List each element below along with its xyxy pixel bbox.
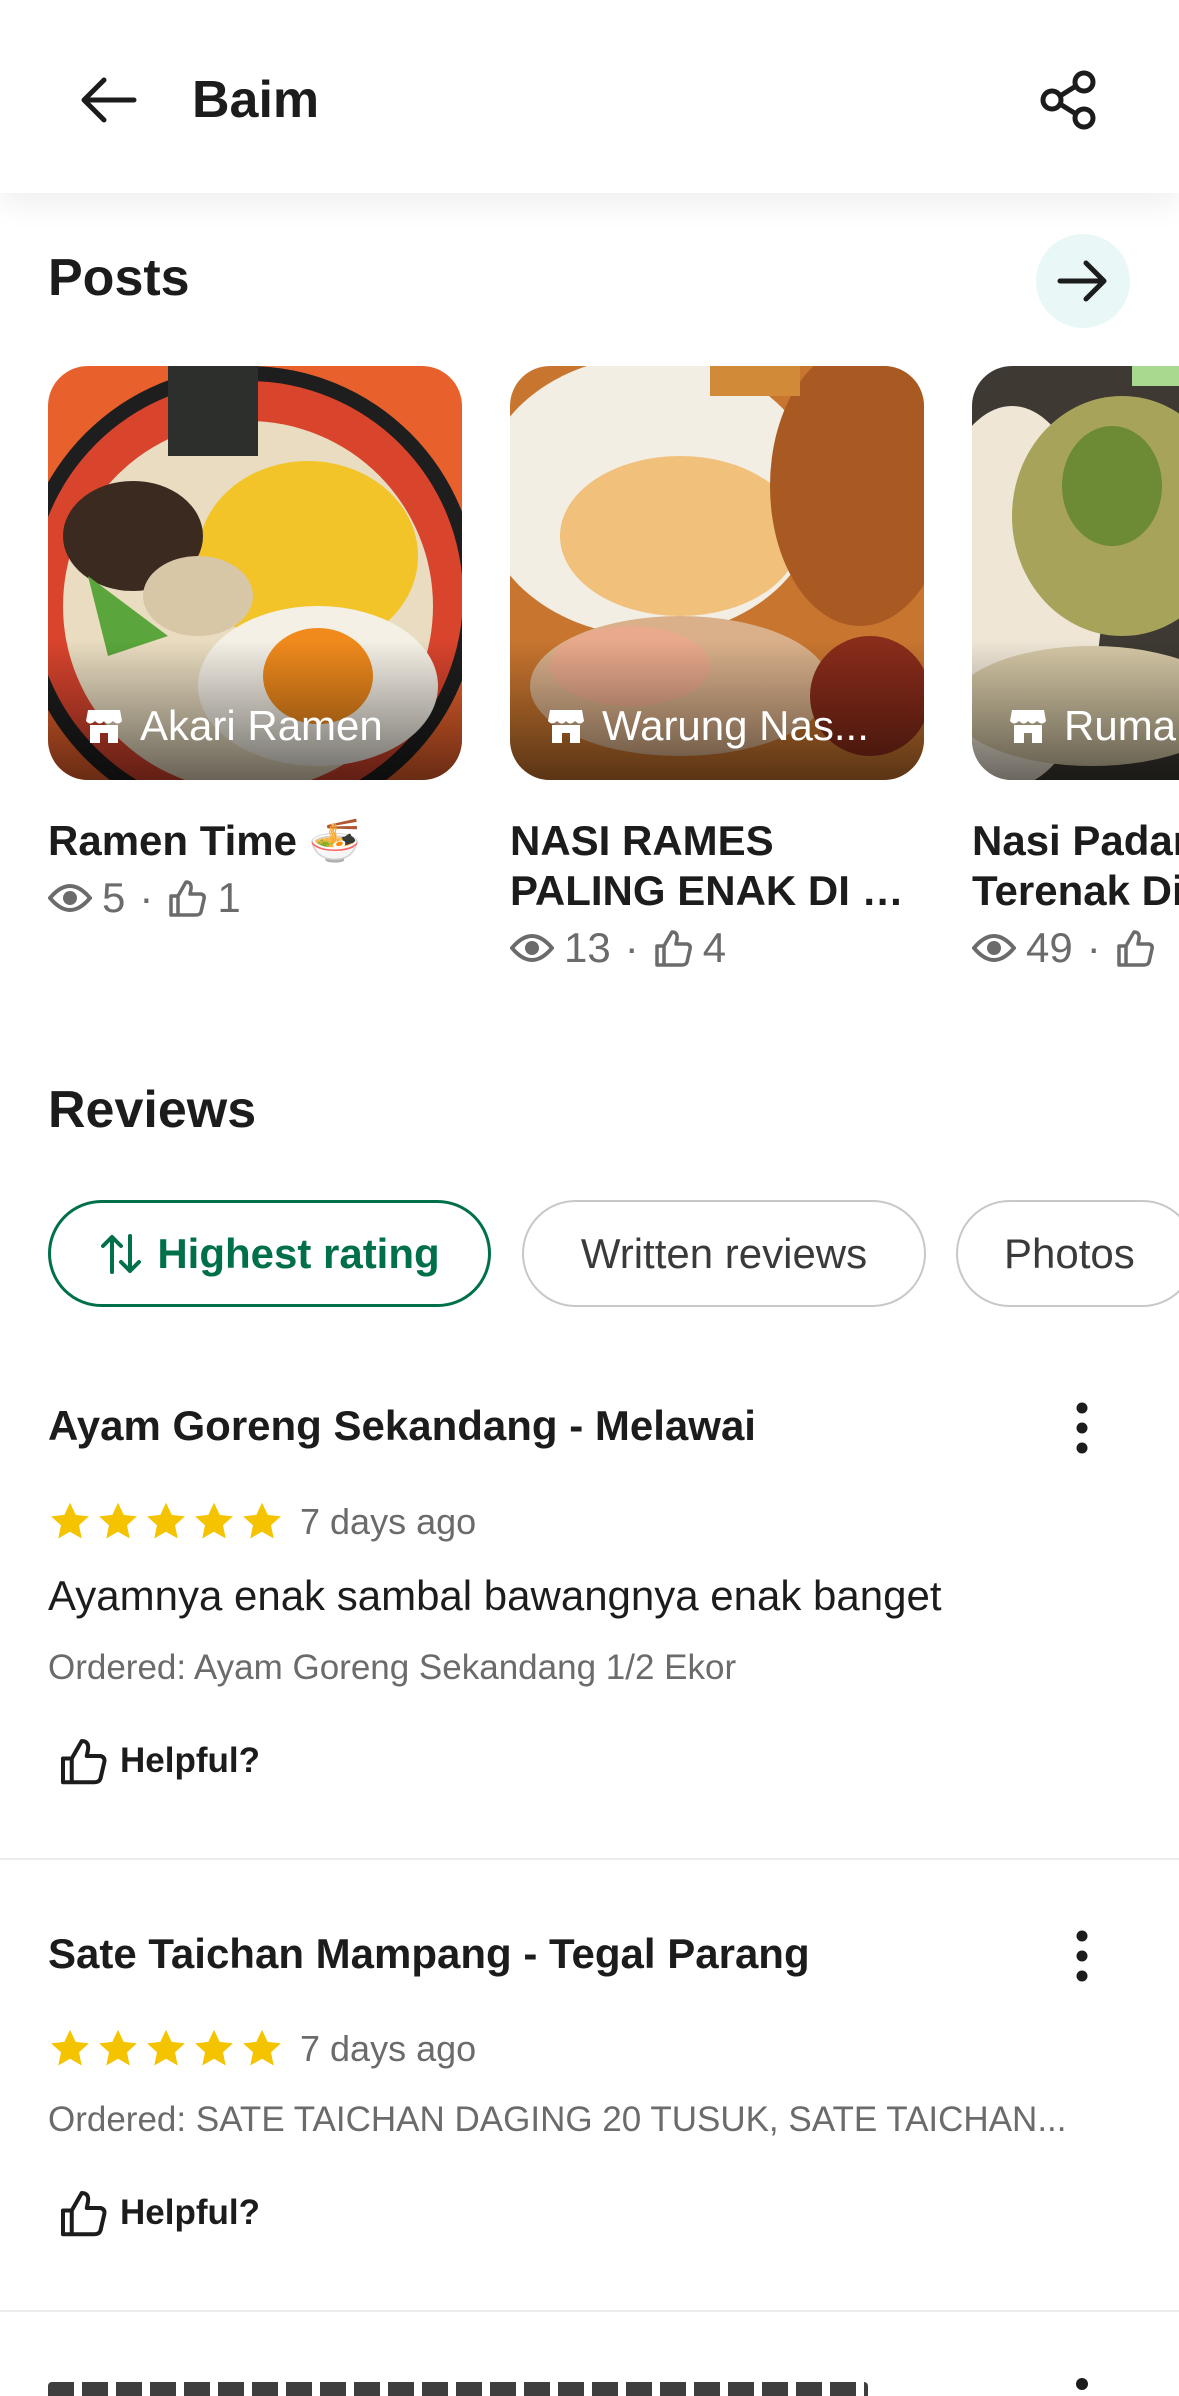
review-restaurant-name[interactable]: Sate Taichan Mampang - Tegal Parang bbox=[48, 1930, 810, 1978]
store-icon bbox=[548, 710, 584, 743]
store-icon bbox=[86, 710, 122, 743]
chip-photos[interactable]: Photos bbox=[956, 1200, 1179, 1307]
back-button[interactable] bbox=[70, 62, 146, 138]
post-restaurant-tag: Warung Nas... bbox=[546, 702, 869, 750]
helpful-label: Helpful? bbox=[120, 1741, 260, 1780]
post-image: Ruma bbox=[972, 366, 1179, 780]
chip-written-reviews[interactable]: Written reviews bbox=[522, 1200, 926, 1307]
star-icon bbox=[243, 2029, 281, 2066]
thumbs-up-icon bbox=[61, 2191, 107, 2237]
post-title: Nasi Padar Terenak Di bbox=[972, 816, 1179, 916]
share-icon bbox=[1040, 70, 1096, 130]
review-rating: 7 days ago bbox=[48, 2027, 476, 2071]
star-icon bbox=[195, 2029, 233, 2066]
post-restaurant-name: Akari Ramen bbox=[140, 702, 383, 749]
post-restaurant-name: Ruma bbox=[1064, 702, 1177, 749]
post-image: Akari Ramen bbox=[48, 366, 462, 780]
post-title-line: PALING ENAK DI C... bbox=[510, 867, 924, 914]
eye-icon bbox=[510, 934, 554, 962]
posts-see-all-button[interactable] bbox=[1036, 234, 1130, 328]
review-ordered-items: Ordered: SATE TAICHAN DAGING 20 TUSUK, S… bbox=[48, 2100, 1067, 2139]
review-text: Ayamnya enak sambal bawangnya enak bange… bbox=[48, 1572, 942, 1619]
chip-label: Photos bbox=[1004, 1229, 1135, 1277]
thumbs-up-icon bbox=[654, 930, 692, 967]
post-likes-count: 4 bbox=[702, 924, 727, 971]
sort-icon bbox=[101, 1233, 142, 1274]
post-card[interactable]: Akari Ramen Ramen Time 🍜 5 · 1 bbox=[48, 366, 462, 922]
post-restaurant-tag: Akari Ramen bbox=[84, 702, 383, 750]
chip-highest-rating[interactable]: Highest rating bbox=[48, 1200, 491, 1307]
eye-icon bbox=[972, 934, 1016, 962]
star-rating bbox=[48, 2027, 288, 2071]
review-ordered-items: Ordered: Ayam Goreng Sekandang 1/2 Ekor bbox=[48, 1648, 737, 1687]
post-likes-count: 1 bbox=[217, 874, 241, 921]
post-restaurant-name: Warung Nas... bbox=[602, 702, 869, 749]
star-icon bbox=[243, 1502, 281, 1539]
post-title: Ramen Time 🍜 bbox=[48, 816, 462, 866]
star-icon bbox=[195, 1502, 233, 1539]
page-title: Baim bbox=[192, 71, 320, 129]
kebab-icon bbox=[1076, 1402, 1088, 1454]
thumbs-up-icon bbox=[61, 1739, 107, 1785]
post-title-line: Ramen Time 🍜 bbox=[48, 817, 361, 864]
post-image: Warung Nas... bbox=[510, 366, 924, 780]
post-views-count: 49 bbox=[1026, 924, 1073, 971]
star-rating bbox=[48, 1500, 288, 1544]
star-icon bbox=[147, 2029, 185, 2066]
star-icon bbox=[51, 2029, 89, 2066]
post-title-line: NASI RAMES bbox=[510, 817, 774, 864]
review-options-button[interactable] bbox=[1060, 1392, 1104, 1464]
share-button[interactable] bbox=[1030, 60, 1110, 140]
star-icon bbox=[147, 1502, 185, 1539]
review-restaurant-name[interactable]: Ayam Goreng Sekandang - Melawai bbox=[48, 1402, 756, 1450]
store-icon bbox=[1010, 710, 1046, 743]
post-title: NASI RAMES PALING ENAK DI C... bbox=[510, 816, 924, 916]
arrow-right-icon bbox=[1057, 260, 1107, 302]
chip-label: Written reviews bbox=[580, 1229, 868, 1277]
star-icon bbox=[99, 1502, 137, 1539]
review-time: 7 days ago bbox=[300, 1501, 477, 1542]
eye-icon bbox=[48, 884, 92, 912]
kebab-icon bbox=[1076, 1930, 1088, 1982]
review-time: 7 days ago bbox=[300, 2028, 477, 2069]
review-options-button[interactable] bbox=[1060, 1920, 1104, 1992]
review-divider bbox=[0, 1858, 1179, 1860]
posts-section-title: Posts bbox=[48, 249, 190, 307]
reviews-section-title: Reviews bbox=[48, 1081, 257, 1139]
post-stats: 5 · 1 bbox=[48, 874, 462, 922]
back-arrow-icon bbox=[81, 77, 137, 123]
chip-label: Highest rating bbox=[157, 1229, 440, 1277]
post-views-count: 13 bbox=[564, 924, 611, 971]
helpful-button[interactable]: Helpful? bbox=[58, 1736, 260, 1786]
review-divider bbox=[0, 2310, 1179, 2312]
app-header: Baim bbox=[0, 0, 1179, 193]
post-stats: 13 · 4 bbox=[510, 924, 924, 972]
helpful-button[interactable]: Helpful? bbox=[58, 2188, 260, 2238]
star-icon bbox=[51, 1502, 89, 1539]
post-title-line: Terenak Di bbox=[972, 867, 1179, 914]
post-card[interactable]: Warung Nas... NASI RAMES PALING ENAK DI … bbox=[510, 366, 924, 972]
post-views-count: 5 bbox=[102, 874, 126, 921]
thumbs-up-icon bbox=[1116, 930, 1154, 967]
next-review-peek bbox=[48, 2374, 1048, 2396]
helpful-label: Helpful? bbox=[120, 2193, 260, 2232]
review-rating: 7 days ago bbox=[48, 1500, 476, 1544]
post-restaurant-tag: Ruma bbox=[1008, 702, 1176, 750]
kebab-icon[interactable] bbox=[1076, 2378, 1088, 2390]
post-stats: 49 · bbox=[972, 924, 1179, 972]
star-icon bbox=[99, 2029, 137, 2066]
post-title-line: Nasi Padar bbox=[972, 817, 1179, 864]
post-card[interactable]: Ruma Nasi Padar Terenak Di 49 · bbox=[972, 366, 1179, 972]
thumbs-up-icon bbox=[169, 880, 207, 917]
